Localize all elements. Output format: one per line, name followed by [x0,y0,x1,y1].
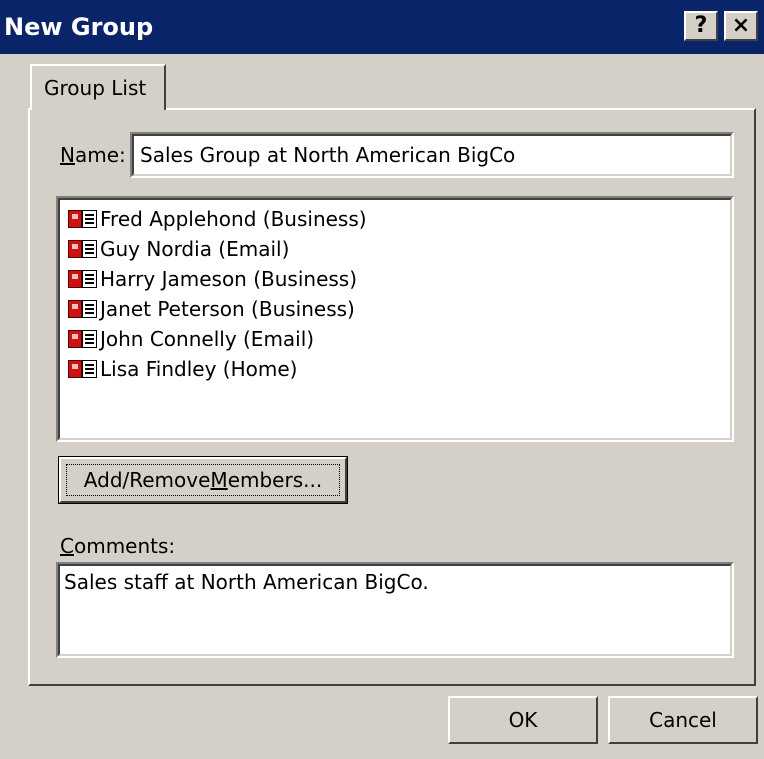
name-label: Name: [60,140,126,170]
comments-label-mnemonic: C [60,534,74,558]
list-item-label: John Connelly (Email) [100,327,315,351]
comments-textarea[interactable]: Sales staff at North American BigCo. [56,562,734,658]
window-title: New Group [4,13,154,41]
contact-card-icon [66,359,98,379]
add-remove-members-button[interactable]: Add/Remove Members... [58,456,348,504]
tab-group-list[interactable]: Group List [30,64,166,110]
cancel-button[interactable]: Cancel [608,696,758,744]
list-item[interactable]: Harry Jameson (Business) [66,264,357,294]
list-item[interactable]: John Connelly (Email) [66,324,314,354]
list-item-label: Guy Nordia (Email) [100,237,290,261]
add-remove-label-after: embers... [227,468,323,492]
name-label-mnemonic: N [60,143,75,167]
contact-card-icon [66,269,98,289]
contact-card-icon [66,329,98,349]
list-item[interactable]: Lisa Findley (Home) [66,354,297,384]
list-item[interactable]: Fred Applehond (Business) [66,204,367,234]
ok-button[interactable]: OK [448,696,598,744]
list-item-label: Fred Applehond (Business) [100,207,367,231]
title-bar[interactable]: New Group ? × [0,0,764,54]
add-remove-label-mnemonic: M [210,468,228,492]
list-item[interactable]: Guy Nordia (Email) [66,234,289,264]
comments-label-rest: omments: [73,534,176,558]
name-label-rest: ame: [74,143,126,167]
contact-card-icon [66,209,98,229]
list-item-label: Harry Jameson (Business) [100,267,358,291]
add-remove-label-before: Add/Remove [83,468,211,492]
name-input[interactable]: Sales Group at North American BigCo [130,132,734,178]
close-button[interactable]: × [724,11,758,41]
help-button[interactable]: ? [684,11,718,41]
list-item[interactable]: Janet Peterson (Business) [66,294,355,324]
contact-card-icon [66,239,98,259]
list-item-label: Lisa Findley (Home) [100,357,298,381]
members-list[interactable]: Fred Applehond (Business) Guy Nordia (Em… [56,196,734,442]
contact-card-icon [66,299,98,319]
list-item-label: Janet Peterson (Business) [100,297,355,321]
comments-label: Comments: [60,532,175,560]
